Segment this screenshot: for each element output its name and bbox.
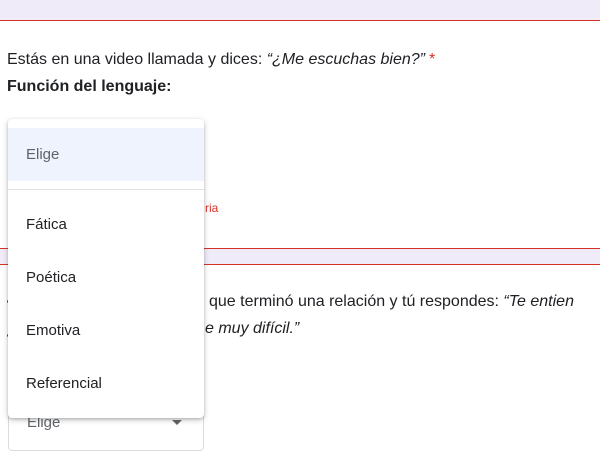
dropdown-divider (8, 189, 204, 190)
question-title: Estás en una video llamada y dices: “¿Me… (7, 51, 435, 69)
question2-title-line1: que terminó una relación y tú respondes:… (209, 293, 574, 311)
question-quote-text: ¿Me escuchas bien? (272, 51, 420, 68)
question2-title-plain: que terminó una relación y tú respondes: (209, 293, 504, 310)
caret-down-icon (172, 420, 182, 425)
select-dropdown-menu: Elige Fática Poética Emotiva Referencial (8, 119, 204, 418)
question-title-prefix: Estás en una video llamada y dices: (7, 51, 267, 68)
required-asterisk: * (429, 51, 436, 68)
dropdown-option-referencial[interactable]: Referencial (8, 357, 204, 410)
required-error-text: ria (205, 201, 219, 215)
question2-title-line2: e muy difícil.” (205, 320, 300, 337)
dropdown-option-fatica[interactable]: Fática (8, 198, 204, 251)
dropdown-option-placeholder[interactable]: Elige (8, 128, 204, 181)
question2-title-italic: “Te entien (503, 293, 574, 310)
question-quote-close: ” (419, 51, 425, 68)
dropdown-option-poetica[interactable]: Poética (8, 251, 204, 304)
question-subtitle: Función del lenguaje: (7, 78, 172, 95)
section-header-band (0, 0, 600, 21)
dropdown-option-emotiva[interactable]: Emotiva (8, 304, 204, 357)
